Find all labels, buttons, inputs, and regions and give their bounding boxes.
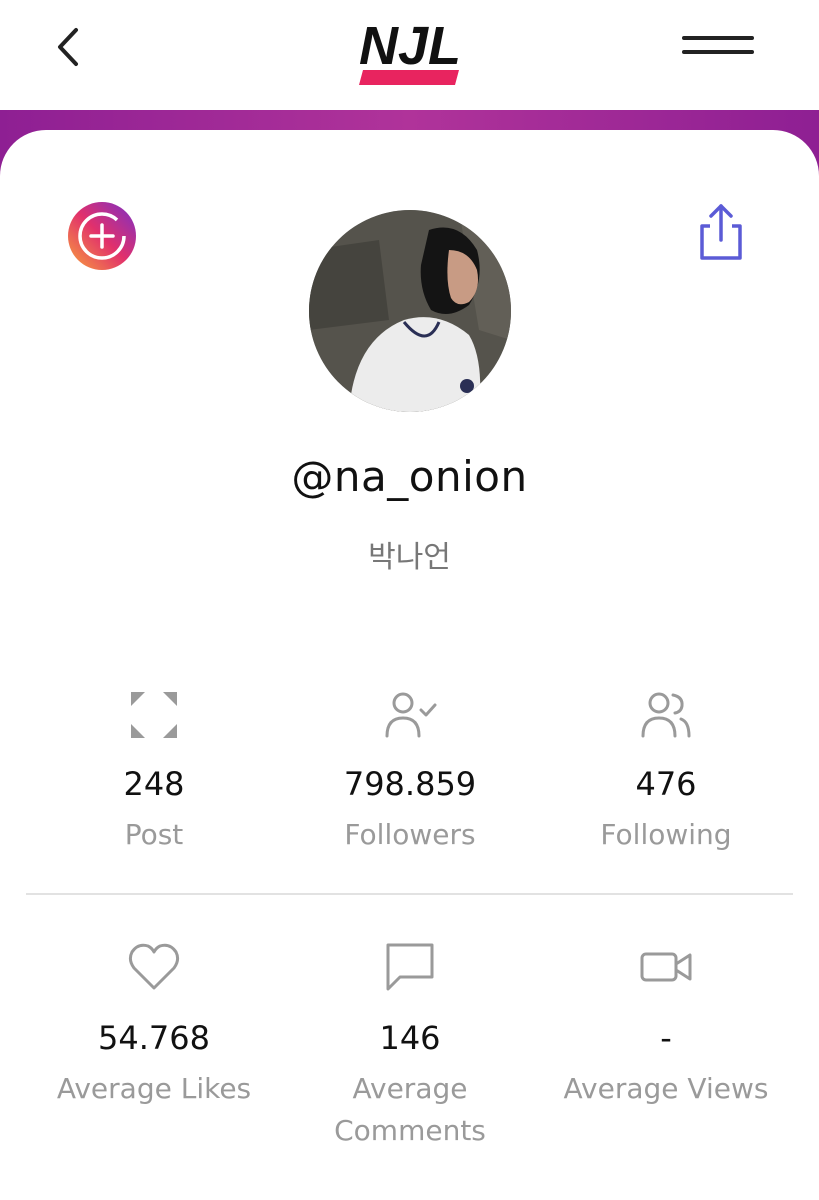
logo-text: NJL (359, 16, 461, 76)
share-button[interactable] (694, 202, 748, 262)
video-icon (640, 952, 692, 982)
stat-average-likes[interactable]: 54.768 Average Likes (24, 940, 284, 1110)
hamburger-menu-icon (682, 36, 754, 54)
chevron-left-icon (58, 28, 78, 66)
stat-following[interactable]: 476 Following (536, 688, 796, 856)
stat-label-line2: Comments (334, 1114, 486, 1147)
stat-value: 476 (635, 765, 697, 803)
menu-button[interactable] (680, 30, 756, 62)
profile-real-name: 박나언 (368, 540, 451, 575)
profile-avatar[interactable] (309, 210, 511, 412)
stat-followers[interactable]: 798.859 Followers (280, 688, 540, 856)
stat-average-comments[interactable]: 146 Average Comments (280, 940, 540, 1152)
stat-label: Post (124, 818, 184, 851)
share-icon (700, 204, 742, 260)
heart-icon (128, 943, 180, 990)
stat-label: Average Likes (56, 1072, 252, 1105)
stat-label: Average Views (563, 1072, 769, 1105)
back-button[interactable] (48, 22, 92, 72)
stat-posts[interactable]: 248 Post (24, 688, 284, 856)
njl-logo: NJL (355, 10, 465, 90)
expand-icon (131, 692, 177, 738)
user-check-icon (385, 692, 437, 738)
stat-label-line1: Average (352, 1072, 468, 1105)
stat-label: Followers (344, 818, 476, 851)
stat-label: Following (600, 818, 732, 851)
profile-username: @na_onion (291, 452, 528, 501)
stats-divider (26, 893, 793, 895)
stat-average-views[interactable]: - Average Views (536, 940, 796, 1110)
top-navigation-bar: NJL (0, 0, 819, 110)
stat-value: 798.859 (343, 765, 477, 803)
stat-value: 54.768 (98, 1019, 210, 1057)
comment-icon (386, 943, 434, 991)
stat-value: 248 (123, 765, 185, 803)
stat-value: 146 (379, 1019, 441, 1057)
users-icon (641, 692, 691, 738)
add-story-button[interactable] (66, 200, 138, 272)
stat-value: - (660, 1019, 672, 1057)
add-story-icon (68, 202, 136, 270)
